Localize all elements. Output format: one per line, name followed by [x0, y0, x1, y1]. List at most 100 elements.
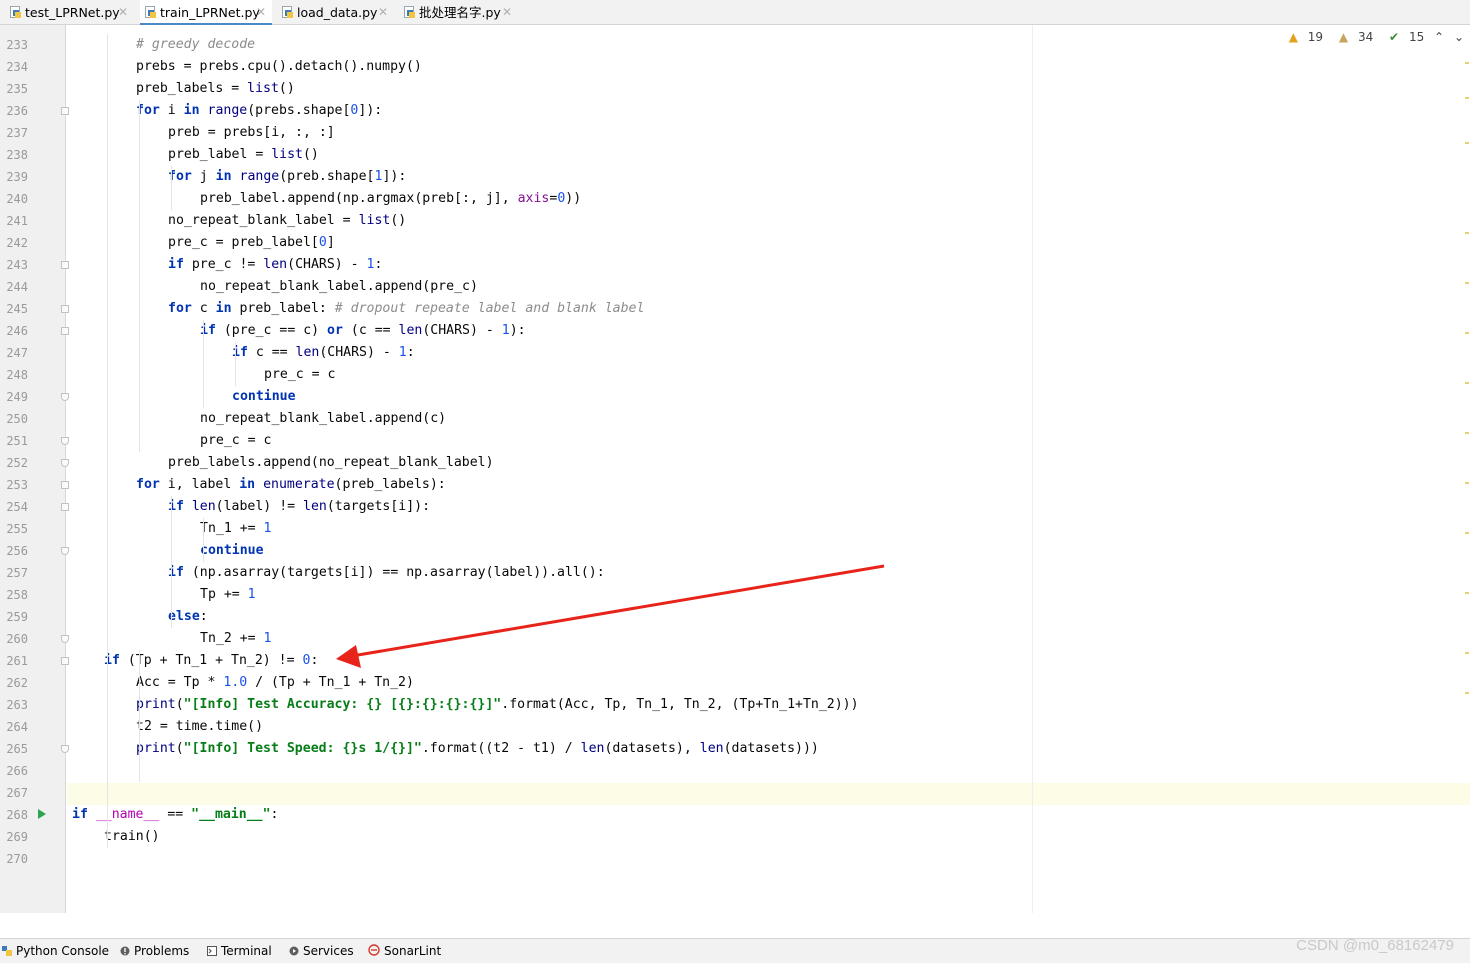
tab-load-data[interactable]: load_data.py ✕ — [282, 0, 390, 25]
code-line[interactable]: preb_labels = list() — [136, 78, 295, 100]
problems-button[interactable]: Problems — [120, 939, 189, 963]
code-line[interactable]: no_repeat_blank_label.append(pre_c) — [200, 276, 478, 298]
warning-stripe-mark[interactable] — [1465, 62, 1469, 64]
code-token: .format(Acc, Tp, Tn_1, Tn_2, (Tp+Tn_1+Tn… — [501, 697, 859, 712]
code-line[interactable]: else: — [168, 606, 208, 628]
code-line[interactable]: print("[Info] Test Accuracy: {} [{}:{}:{… — [136, 694, 859, 716]
code-token: train() — [104, 829, 160, 844]
code-line[interactable]: if len(label) != len(targets[i]): — [168, 496, 430, 518]
code-token: (np.asarray(targets[i]) == np.asarray(la… — [183, 565, 605, 580]
code-line[interactable]: print("[Info] Test Speed: {}s 1/{}]".for… — [136, 738, 819, 760]
code-line[interactable]: if pre_c != len(CHARS) - 1: — [168, 254, 382, 276]
code-token: continue — [232, 389, 296, 404]
code-token: "[Info] Test Accuracy: {} [{}:{}:{}:{}]" — [183, 697, 502, 712]
warning-stripe-mark[interactable] — [1465, 652, 1469, 654]
code-line[interactable]: no_repeat_blank_label = list() — [168, 210, 406, 232]
line-number: 269 — [6, 830, 28, 844]
indent-guide — [171, 496, 172, 628]
code-token: (c == — [342, 323, 399, 338]
warning-count[interactable]: ▲ 19 — [1283, 30, 1323, 44]
close-icon[interactable]: ✕ — [378, 0, 388, 25]
warning-stripe-mark[interactable] — [1465, 97, 1469, 99]
terminal-button[interactable]: Terminal — [207, 939, 272, 963]
line-number: 268 — [6, 808, 28, 822]
typo-count[interactable]: ✔ 15 — [1383, 30, 1424, 44]
code-line[interactable]: Tn_1 += 1 — [200, 518, 271, 540]
code-token: ): — [509, 323, 526, 338]
code-token: (CHARS) - — [422, 323, 502, 338]
code-token: len — [295, 345, 320, 360]
close-icon[interactable]: ✕ — [256, 0, 266, 25]
code-token: # dropout repeate label and blank label — [334, 301, 645, 316]
code-line[interactable]: if __name__ == "__main__": — [72, 804, 279, 826]
code-line[interactable]: preb = prebs[i, :, :] — [168, 122, 335, 144]
chevron-up-icon[interactable]: ⌃ — [1434, 30, 1444, 44]
code-token: continue — [200, 543, 264, 558]
services-button[interactable]: Services — [289, 939, 354, 963]
code-line[interactable]: Tp += 1 — [200, 584, 256, 606]
code-token: # greedy decode — [136, 37, 256, 52]
line-number-gutter[interactable]: 233 234 235 236 237 238 239 240 241 242 243 244 245 2… — [0, 25, 69, 913]
warning-stripe-mark[interactable] — [1465, 232, 1469, 234]
tab-test-lprnet[interactable]: test_LPRNet.py ✕ — [10, 0, 130, 25]
error-stripe[interactable] — [1465, 52, 1469, 702]
line-number: 255 — [6, 522, 28, 536]
code-token: len — [398, 323, 423, 338]
weak-warning-count[interactable]: ▲ 34 — [1333, 30, 1373, 44]
warning-stripe-mark[interactable] — [1465, 432, 1469, 434]
code-line[interactable]: if (pre_c == c) or (c == len(CHARS) - 1)… — [200, 320, 526, 342]
tab-batch-rename[interactable]: 批处理名字.py ✕ — [404, 0, 516, 25]
code-token: Tp += — [200, 587, 248, 602]
warning-stripe-mark[interactable] — [1465, 692, 1469, 694]
code-line[interactable]: if c == len(CHARS) - 1: — [232, 342, 415, 364]
close-icon[interactable]: ✕ — [118, 0, 128, 25]
code-line[interactable]: for i, label in enumerate(preb_labels): — [136, 474, 446, 496]
code-line[interactable]: preb_labels.append(no_repeat_blank_label… — [168, 452, 494, 474]
code-line[interactable]: for j in range(preb.shape[1]): — [168, 166, 406, 188]
code-token: len — [580, 741, 605, 756]
code-line[interactable]: continue — [232, 386, 296, 408]
code-token: ] — [326, 235, 335, 250]
code-token: pre_c = c — [264, 367, 336, 382]
warning-stripe-mark[interactable] — [1465, 592, 1469, 594]
problems-icon — [120, 946, 130, 956]
indent-guide — [139, 650, 140, 782]
code-line[interactable]: Tn_2 += 1 — [200, 628, 271, 650]
code-line[interactable]: for i in range(prebs.shape[0]): — [136, 100, 382, 122]
line-number: 242 — [6, 236, 28, 250]
python-console-button[interactable]: Python Console — [2, 939, 109, 963]
tab-train-lprnet[interactable]: train_LPRNet.py ✕ — [140, 0, 272, 25]
line-number: 237 — [6, 126, 28, 140]
code-line[interactable]: # greedy decode — [136, 34, 255, 56]
code-line[interactable]: pre_c = c — [200, 430, 271, 452]
code-line[interactable]: if (Tp + Tn_1 + Tn_2) != 0: — [104, 650, 318, 672]
code-line[interactable]: prebs = prebs.cpu().detach().numpy() — [136, 56, 422, 78]
code-line[interactable]: pre_c = preb_label[0] — [168, 232, 335, 254]
warning-stripe-mark[interactable] — [1465, 282, 1469, 284]
code-token: preb_label: — [231, 301, 335, 316]
code-editor[interactable]: # greedy decode prebs = prebs.cpu().detac… — [67, 25, 1470, 913]
code-line[interactable]: Acc = Tp * 1.0 / (Tp + Tn_1 + Tn_2) — [136, 672, 414, 694]
code-token: (label) != — [215, 499, 304, 514]
warning-icon: ▲ — [1288, 30, 1298, 44]
close-icon[interactable]: ✕ — [502, 0, 512, 25]
warning-stripe-mark[interactable] — [1465, 382, 1469, 384]
run-icon[interactable] — [38, 809, 46, 819]
code-line[interactable]: for c in preb_label: # dropout repeate l… — [168, 298, 644, 320]
code-line[interactable]: train() — [104, 826, 160, 848]
code-line[interactable]: no_repeat_blank_label.append(c) — [200, 408, 446, 430]
warning-stripe-mark[interactable] — [1465, 482, 1469, 484]
code-line[interactable]: preb_label.append(np.argmax(preb[:, j], … — [200, 188, 581, 210]
code-line[interactable]: t2 = time.time() — [136, 716, 263, 738]
code-line[interactable]: preb_label = list() — [168, 144, 319, 166]
warning-stripe-mark[interactable] — [1465, 332, 1469, 334]
warning-stripe-mark[interactable] — [1465, 142, 1469, 144]
chevron-down-icon[interactable]: ⌄ — [1454, 30, 1464, 44]
inspection-widget[interactable]: ▲ 19 ▲ 34 ✔ 15 ⌃ ⌄ — [1277, 30, 1464, 44]
code-line[interactable]: pre_c = c — [264, 364, 335, 386]
warning-stripe-mark[interactable] — [1465, 532, 1469, 534]
code-line[interactable]: continue — [200, 540, 264, 562]
sonarlint-button[interactable]: SonarLint — [368, 939, 441, 963]
code-line[interactable]: if (np.asarray(targets[i]) == np.asarray… — [168, 562, 605, 584]
